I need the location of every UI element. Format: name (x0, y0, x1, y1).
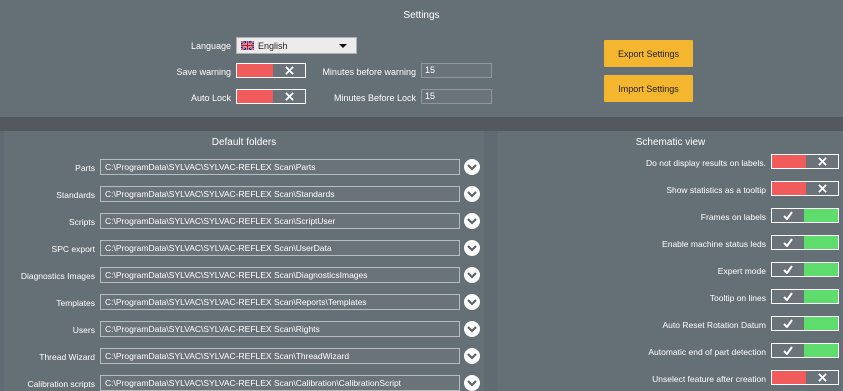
toggle-on-fill (804, 317, 838, 330)
schematic-toggle-statistics-tooltip[interactable] (771, 181, 839, 196)
minutes-warning-input[interactable]: 15 (421, 63, 492, 78)
folder-path-thread-wizard[interactable]: C:\ProgramData\SYLVAC\SYLVAC-REFLEX Scan… (100, 348, 460, 364)
check-icon (772, 344, 804, 357)
schematic-toggle-frames-on-labels[interactable] (771, 208, 839, 223)
folder-path-standards[interactable]: C:\ProgramData\SYLVAC\SYLVAC-REFLEX Scan… (100, 186, 460, 202)
schematic-view-panel: Schematic view Do not display results on… (498, 131, 843, 391)
toggle-off-fill (237, 90, 273, 103)
uk-flag-icon (240, 40, 255, 51)
folder-path-spc-export[interactable]: C:\ProgramData\SYLVAC\SYLVAC-REFLEX Scan… (100, 240, 460, 256)
default-folders-panel: Default folders Parts C:\ProgramData\SYL… (4, 131, 484, 391)
export-settings-button[interactable]: Export Settings (604, 40, 693, 67)
folder-label-scripts: Scripts (69, 217, 95, 227)
folder-path-templates[interactable]: C:\ProgramData\SYLVAC\SYLVAC-REFLEX Scan… (100, 294, 460, 310)
folder-label-diagnostics-images: Diagnostics Images (20, 271, 95, 281)
chevron-down-icon[interactable] (464, 159, 480, 175)
folder-label-templates: Templates (56, 298, 95, 308)
schematic-toggle-auto-end-detection[interactable] (771, 343, 839, 358)
chevron-down-icon[interactable] (464, 321, 480, 337)
folder-path-diagnostics-images[interactable]: C:\ProgramData\SYLVAC\SYLVAC-REFLEX Scan… (100, 267, 460, 283)
check-icon (772, 236, 804, 249)
folder-label-spc-export: SPC export (51, 244, 95, 254)
schematic-label-statistics-tooltip: Show statistics as a tooltip (666, 185, 766, 195)
folder-path-parts[interactable]: C:\ProgramData\SYLVAC\SYLVAC-REFLEX Scan… (100, 159, 460, 175)
separator (0, 117, 843, 131)
toggle-off-fill (772, 155, 806, 168)
close-icon (806, 182, 838, 195)
folder-label-calibration-scripts: Calibration scripts (27, 379, 95, 389)
schematic-label-unselect-feature: Unselect feature after creation (652, 374, 766, 384)
schematic-label-machine-status-leds: Enable machine status leds (662, 239, 766, 249)
check-icon (772, 209, 804, 222)
close-icon (806, 371, 838, 384)
chevron-down-icon[interactable] (464, 240, 480, 256)
schematic-toggle-expert-mode[interactable] (771, 262, 839, 277)
save-warning-label: Save warning (176, 67, 231, 77)
folder-label-standards: Standards (56, 190, 95, 200)
close-icon (806, 155, 838, 168)
schematic-toggle-machine-status-leds[interactable] (771, 235, 839, 250)
schematic-label-auto-reset-rotation: Auto Reset Rotation Datum (662, 320, 766, 330)
language-dropdown[interactable]: English (236, 37, 357, 54)
check-icon (772, 317, 804, 330)
settings-panel: Settings Language English Save warning A… (0, 0, 843, 117)
toggle-off-fill (772, 371, 806, 384)
folder-label-users: Users (72, 325, 95, 335)
toggle-on-fill (804, 263, 838, 276)
folder-path-calibration-scripts[interactable]: C:\ProgramData\SYLVAC\SYLVAC-REFLEX Scan… (100, 375, 460, 391)
chevron-down-icon[interactable] (464, 348, 480, 364)
schematic-toggle-auto-reset-rotation[interactable] (771, 316, 839, 331)
schematic-toggle-unselect-feature[interactable] (771, 370, 839, 385)
check-icon (772, 290, 804, 303)
chevron-down-icon[interactable] (464, 294, 480, 310)
auto-lock-label: Auto Lock (190, 93, 231, 103)
language-label: Language (190, 41, 231, 51)
schematic-label-hide-results: Do not display results on labels. (645, 158, 766, 168)
chevron-down-icon[interactable] (464, 375, 480, 391)
toggle-on-fill (804, 344, 838, 357)
toggle-off-fill (772, 182, 806, 195)
default-folders-title: Default folders (211, 137, 277, 148)
settings-title: Settings (403, 10, 440, 21)
auto-lock-toggle[interactable] (236, 89, 306, 104)
check-icon (772, 263, 804, 276)
folder-label-parts: Parts (75, 163, 95, 173)
folder-path-scripts[interactable]: C:\ProgramData\SYLVAC\SYLVAC-REFLEX Scan… (100, 213, 460, 229)
schematic-toggle-hide-results[interactable] (771, 154, 839, 169)
import-settings-button[interactable]: Import Settings (604, 75, 693, 102)
minutes-lock-label: Minutes Before Lock (333, 93, 416, 103)
schematic-toggle-tooltip-on-lines[interactable] (771, 289, 839, 304)
chevron-down-icon[interactable] (464, 267, 480, 283)
language-value: English (258, 40, 288, 51)
save-warning-toggle[interactable] (236, 63, 306, 78)
minutes-warning-label: Minutes before warning (322, 67, 416, 77)
chevron-down-icon[interactable] (464, 213, 480, 229)
toggle-on-fill (804, 290, 838, 303)
chevron-down-icon (339, 44, 347, 48)
schematic-label-tooltip-on-lines: Tooltip on lines (709, 293, 766, 303)
folder-path-users[interactable]: C:\ProgramData\SYLVAC\SYLVAC-REFLEX Scan… (100, 321, 460, 337)
schematic-view-title: Schematic view (635, 137, 706, 148)
toggle-off-fill (237, 64, 273, 77)
chevron-down-icon[interactable] (464, 186, 480, 202)
schematic-label-frames-on-labels: Frames on labels (700, 212, 766, 222)
minutes-lock-input[interactable]: 15 (421, 89, 492, 104)
toggle-on-fill (804, 236, 838, 249)
toggle-on-fill (804, 209, 838, 222)
folder-label-thread-wizard: Thread Wizard (39, 352, 95, 362)
schematic-label-auto-end-detection: Automatic end of part detection (648, 347, 766, 357)
schematic-label-expert-mode: Expert mode (717, 266, 766, 276)
